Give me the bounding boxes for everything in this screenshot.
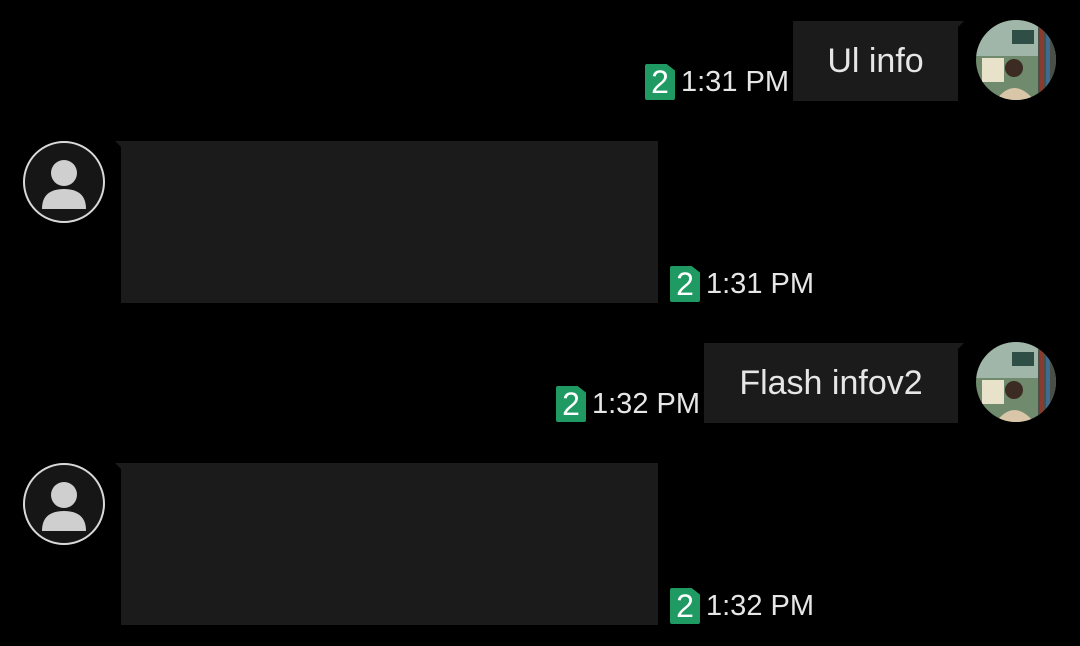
message-meta: 2 1:31 PM xyxy=(645,64,789,100)
sim-2-icon: 2 xyxy=(670,266,700,302)
sim-2-icon: 2 xyxy=(556,386,586,422)
message-bubble[interactable] xyxy=(115,141,658,303)
message-timestamp: 1:31 PM xyxy=(681,65,789,98)
message-timestamp: 1:32 PM xyxy=(592,387,700,420)
message-text: Ul info xyxy=(827,41,924,80)
message-meta: 2 1:31 PM xyxy=(670,266,814,302)
message-meta: 2 1:32 PM xyxy=(670,588,814,624)
message-timestamp: 1:32 PM xyxy=(706,589,814,622)
message-bubble[interactable]: Flash infov2 xyxy=(704,343,964,423)
user-photo-avatar[interactable] xyxy=(976,342,1056,422)
default-contact-avatar[interactable] xyxy=(23,463,105,545)
message-timestamp: 1:31 PM xyxy=(706,267,814,300)
sim-2-icon: 2 xyxy=(645,64,675,100)
message-bubble[interactable]: Ul info xyxy=(793,21,964,101)
message-bubble[interactable] xyxy=(115,463,658,625)
message-text: Flash infov2 xyxy=(739,363,923,402)
sim-2-icon: 2 xyxy=(670,588,700,624)
default-contact-avatar[interactable] xyxy=(23,141,105,223)
message-meta: 2 1:32 PM xyxy=(556,386,700,422)
user-photo-avatar[interactable] xyxy=(976,20,1056,100)
